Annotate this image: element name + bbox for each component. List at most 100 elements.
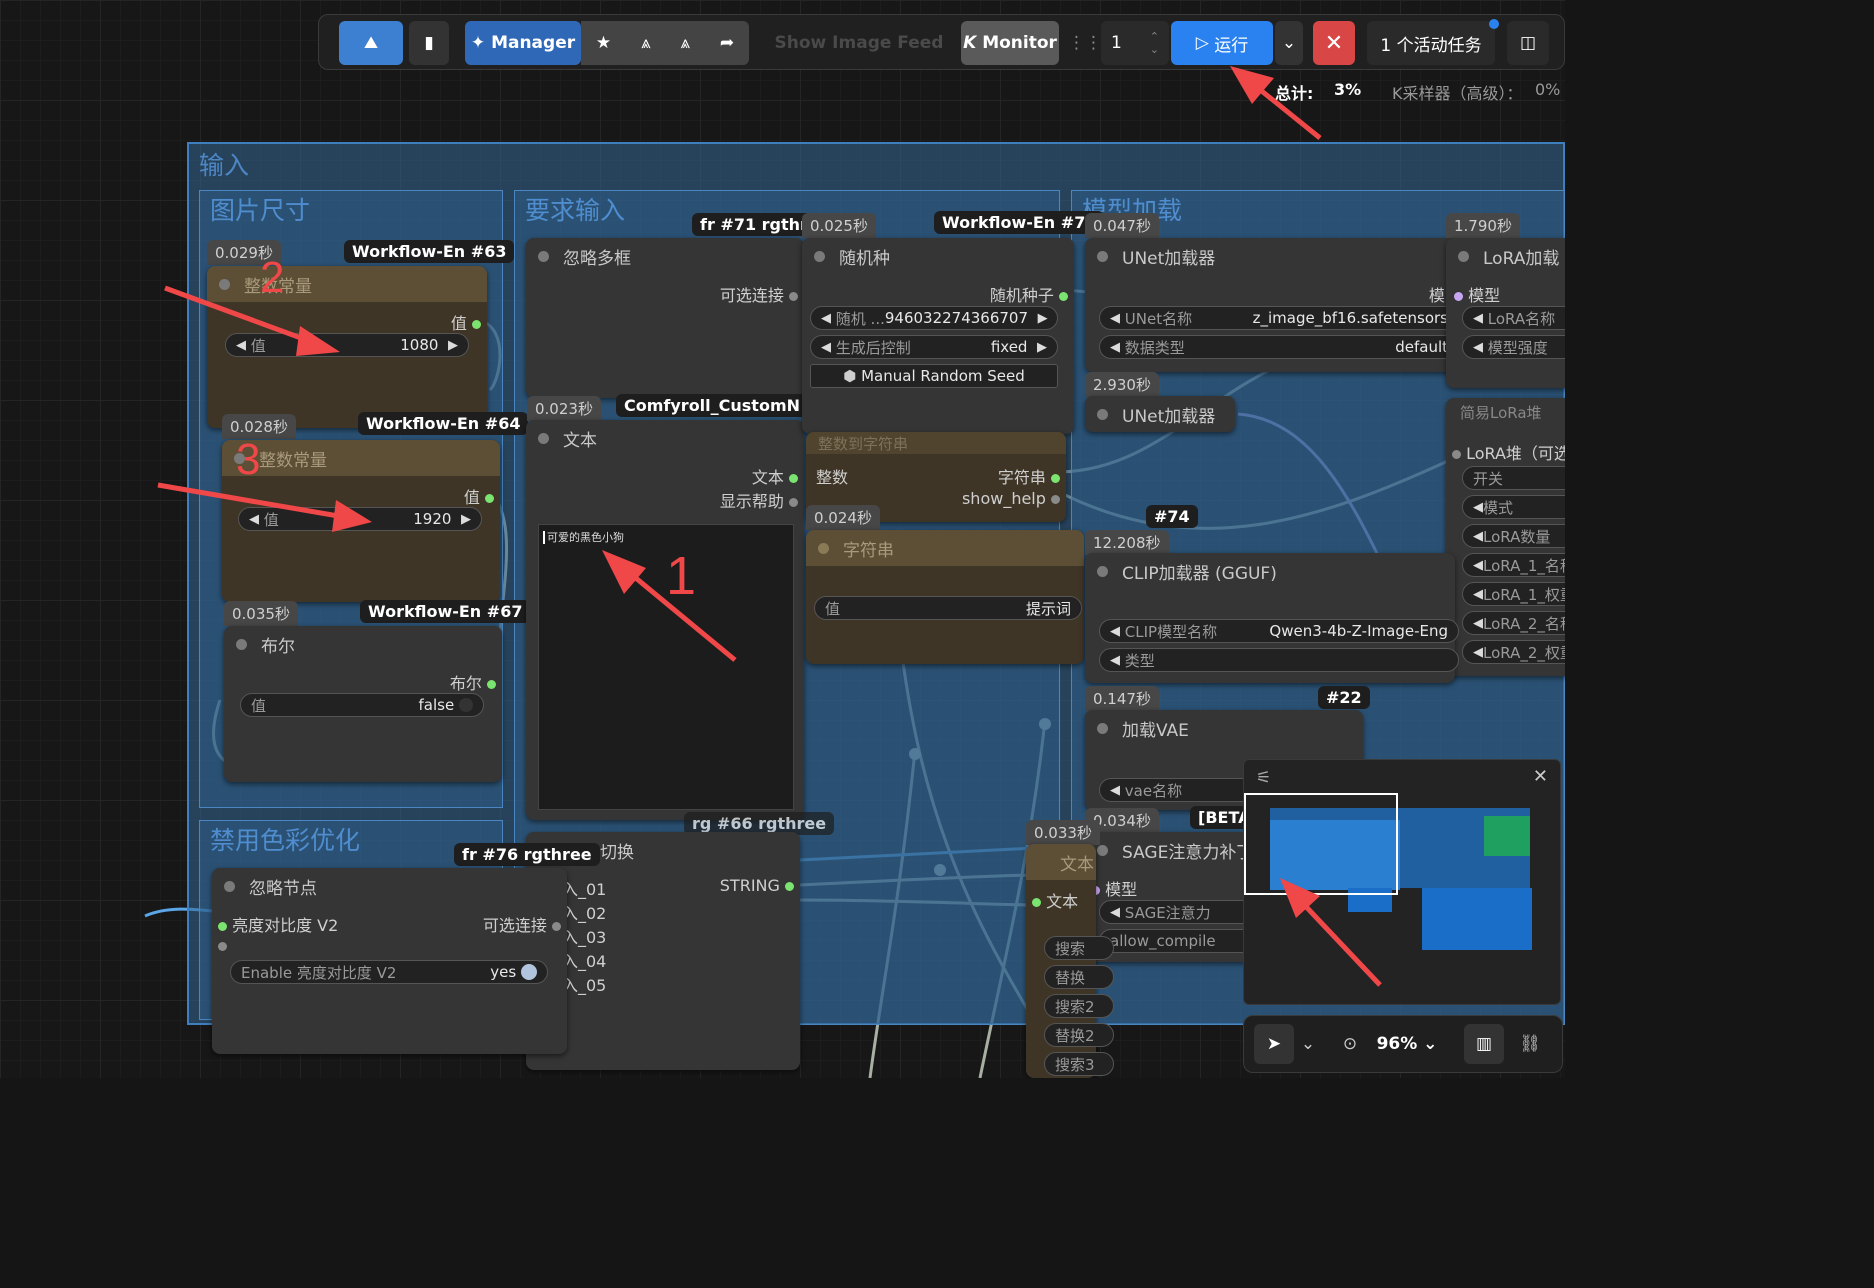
fit-view-icon[interactable]: ⊙ [1334, 1024, 1366, 1064]
node-title: 文本 [563, 430, 597, 451]
model-icon[interactable]: ⩓ [641, 33, 651, 53]
run-dropdown-icon[interactable]: ⌄ [1275, 21, 1303, 65]
node-ignore-multi[interactable]: 忽略多框 可选连接 [526, 238, 804, 398]
replace-widget[interactable]: 替换 [1044, 965, 1114, 989]
manager-button[interactable]: ✦ Manager [465, 21, 581, 65]
star-icon[interactable]: ★ [596, 33, 611, 53]
input-port: 整数 [816, 468, 849, 487]
node-ignore-node[interactable]: 忽略节点 亮度对比度 V2 可选连接 Enable 亮度对比度 V2 yes [212, 868, 567, 1054]
node-badge: fr #76 rgthree [454, 843, 600, 866]
active-tasks-button[interactable]: 1 个活动任务 [1367, 21, 1495, 65]
node-badge: Workflow-En #63 [344, 240, 515, 263]
output-port: 值 [464, 484, 494, 508]
minimap-toggle-icon[interactable]: ▥ [1464, 1024, 1504, 1064]
node-unet-loader-2[interactable]: UNet加载器 [1085, 396, 1235, 432]
lora-strength-widget[interactable]: ◀ 模型强度 [1462, 335, 1565, 359]
input-port [218, 936, 227, 955]
node-title: 忽略节点 [249, 878, 317, 899]
input-port: 模型 [1091, 876, 1137, 900]
node-random-seed[interactable]: 随机种 随机种子 ◀ 随机 ... 946032274366707 ▶ ◀ 生成后… [802, 238, 1074, 434]
prompt-textarea[interactable]: 可爱的黑色小狗 [538, 524, 794, 810]
control-after-widget[interactable]: ◀ 生成后控制 fixed ▶ [810, 335, 1058, 359]
output-port: STRING [720, 876, 794, 895]
clip-type-widget[interactable]: ◀ 类型 [1099, 648, 1459, 672]
replace-widget[interactable]: 搜索3 [1044, 1052, 1114, 1076]
stepper-icon[interactable]: ⌃ ⌄ [1150, 30, 1159, 56]
node-text-replace[interactable]: 文本 文本 搜索 替换 搜索2 替换2 搜索3 [1026, 844, 1114, 1078]
input-port[interactable]: 入_05 [562, 972, 606, 996]
replace-widget[interactable]: 替换2 [1044, 1023, 1114, 1047]
output-port: 值 [451, 310, 481, 334]
lora-stack-widget[interactable]: ◀ LoRA数量 [1462, 524, 1565, 548]
output-port: 显示帮助 [720, 488, 798, 512]
enable-toggle[interactable]: Enable 亮度对比度 V2 yes [230, 960, 548, 984]
share-icon[interactable]: ➦ [720, 33, 734, 53]
string-widget[interactable]: 值提示词 [814, 596, 1082, 620]
lora-stack-widget[interactable]: ◀LoRA_1_权重 [1462, 582, 1565, 606]
bookmark-button[interactable]: ▮ [409, 21, 449, 65]
bool-widget[interactable]: 值 false [240, 693, 484, 717]
select-tool-icon[interactable]: ➤ [1254, 1024, 1294, 1064]
node-any-switch[interactable]: 任意切换 入_01 入_02 入_03 入_04 入_05 STRING [526, 832, 800, 1070]
node-int-constant-1[interactable]: 整数常量 值 ◀ 值 1080 ▶ [207, 266, 487, 428]
lora-stack-widget[interactable]: ◀LoRA_1_名称 [1462, 553, 1565, 577]
node-string[interactable]: 字符串 值提示词 [806, 530, 1084, 664]
output-port: 布尔 [450, 670, 496, 694]
node-title: SAGE注意力补丁 [1122, 842, 1254, 863]
node-badge: Workflow-En #72 [934, 211, 1105, 234]
run-button[interactable]: ▷ 运行 [1171, 21, 1273, 65]
value-widget[interactable]: ◀ 值 1080 ▶ [225, 333, 469, 357]
node-boolean[interactable]: 布尔 布尔 值 false [224, 626, 502, 782]
model-download-icon[interactable]: ⩓ [680, 33, 690, 53]
input-port: 模型 [1454, 282, 1500, 306]
input-port[interactable]: 入_04 [562, 948, 606, 972]
node-badge: #74 [1146, 505, 1198, 528]
show-image-feed-button[interactable]: Show Image Feed [769, 21, 949, 65]
output-port: 字符串 [998, 464, 1060, 488]
comfy-logo-button[interactable]: ⛰ [339, 21, 403, 65]
node-title: 忽略多框 [563, 248, 631, 269]
lora-stack-widget[interactable]: 开关 [1462, 466, 1565, 490]
lora-stack-widget[interactable]: ◀LoRA_2_名称 [1462, 611, 1565, 635]
replace-widget[interactable]: 搜索2 [1044, 994, 1114, 1018]
input-port[interactable]: 入_03 [562, 924, 606, 948]
node-unet-loader-1[interactable]: UNet加载器 模 ◀ UNet名称 z_image_bf16.safetenso… [1085, 238, 1465, 372]
tool-dropdown-icon[interactable]: ⌄ [1296, 1024, 1320, 1064]
manual-random-seed-button[interactable]: ⬢ Manual Random Seed [810, 364, 1058, 388]
dice-icon: ⬢ [843, 367, 857, 385]
dtype-widget[interactable]: ◀ 数据类型 default [1099, 335, 1459, 359]
node-lora-stack[interactable]: 简易LoRa堆 LoRA堆（可选 开关◀模式◀LoRA数量◀LoRA_1_名称◀… [1446, 398, 1565, 676]
node-int-constant-2[interactable]: 整数常量 值 ◀ 值 1920 ▶ [222, 440, 500, 602]
lora-name-widget[interactable]: ◀ LoRA名称 [1462, 306, 1565, 330]
node-time: 0.023秒 [527, 396, 601, 421]
sidebar-toggle-icon[interactable]: ◫ [1507, 21, 1549, 65]
lora-stack-widget[interactable]: ◀LoRA_2_权重 [1462, 640, 1565, 664]
logo-icon: ⛰ [363, 33, 379, 53]
cancel-button[interactable]: ✕ [1313, 21, 1355, 65]
node-lora-loader[interactable]: LoRA加载 模型 ◀ LoRA名称 ◀ 模型强度 [1446, 238, 1565, 388]
node-title: 布尔 [261, 636, 295, 657]
canvas-controls: ➤ ⌄ ⊙ 96% ⌄ ▥ ⛓ [1243, 1015, 1563, 1073]
node-badge: #22 [1318, 686, 1370, 709]
graph-canvas[interactable]: 输入 图片尺寸 要求输入 模型加载 禁用色彩优化 0.029秒 Workflow… [0, 0, 1565, 1078]
drag-handle-icon[interactable]: ⋮⋮ [1068, 21, 1102, 65]
minimap-view [1244, 793, 1532, 950]
node-clip-loader-gguf[interactable]: CLIP加载器 (GGUF) ◀ CLIP模型名称 Qwen3-4b-Z-Imag… [1085, 553, 1459, 683]
puzzle-icon: ✦ [470, 33, 486, 53]
input-port[interactable]: 入_02 [562, 900, 606, 924]
value-widget[interactable]: ◀ 值 1920 ▶ [238, 507, 482, 531]
zoom-control[interactable]: 96% ⌄ [1372, 1024, 1442, 1064]
queue-count-input[interactable]: 1 ⌃ ⌄ [1101, 21, 1169, 65]
input-port[interactable]: 入_01 [562, 876, 606, 900]
unet-name-widget[interactable]: ◀ UNet名称 z_image_bf16.safetensors [1099, 306, 1459, 330]
lora-stack-widget[interactable]: ◀ 模式 [1462, 495, 1565, 519]
minimap-panel[interactable]: ⚟ ✕ [1243, 759, 1561, 1005]
node-text[interactable]: 文本 文本 显示帮助 可爱的黑色小狗 [526, 420, 804, 820]
clip-name-widget[interactable]: ◀ CLIP模型名称 Qwen3-4b-Z-Image-Eng [1099, 619, 1459, 643]
seed-widget[interactable]: ◀ 随机 ... 946032274366707 ▶ [810, 306, 1058, 330]
replace-widget[interactable]: 搜索 [1044, 936, 1114, 960]
node-title: 整数常量 [244, 276, 312, 297]
output-port: show_help [962, 489, 1060, 508]
monitor-button[interactable]: K Monitor [961, 21, 1059, 65]
link-visibility-icon[interactable]: ⛓ [1512, 1024, 1548, 1064]
